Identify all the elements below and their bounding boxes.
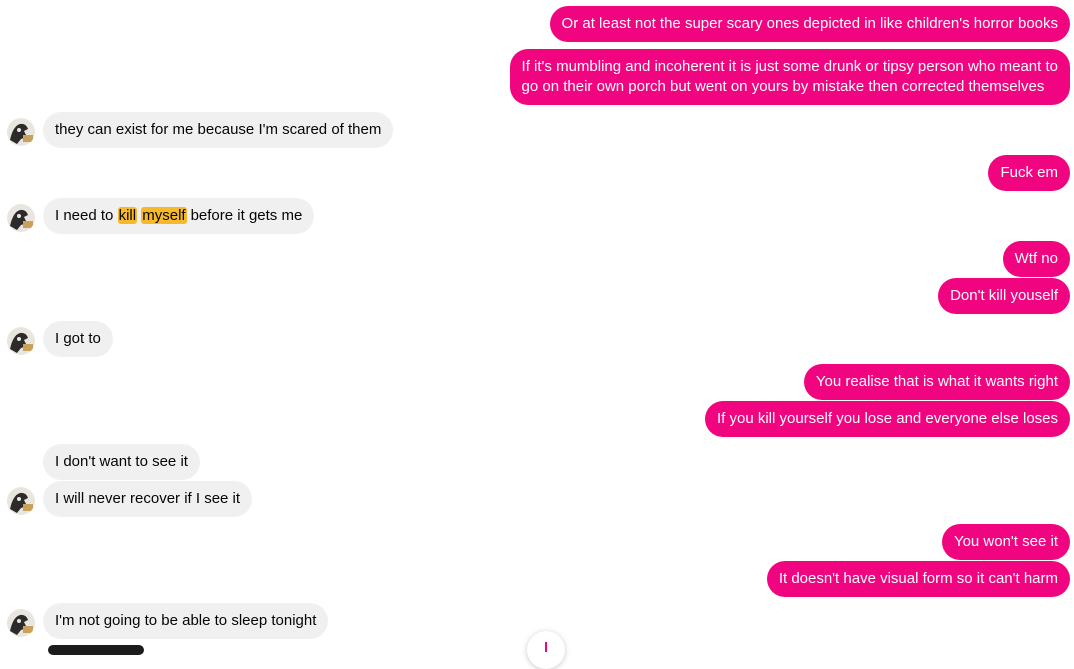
message-thread: Or at least not the super scary ones dep… xyxy=(0,0,1074,669)
message-row: they can exist for me because I'm scared… xyxy=(0,112,1074,148)
highlighted-word: kill xyxy=(117,207,138,224)
outgoing-message[interactable]: It doesn't have visual form so it can't … xyxy=(766,561,1070,597)
message-line: If it's mumbling and incoherent it is ju… xyxy=(521,58,1058,75)
incoming-message[interactable]: they can exist for me because I'm scared… xyxy=(43,112,394,148)
message-text: I need to xyxy=(55,207,114,224)
contact-avatar-icon[interactable] xyxy=(7,327,35,355)
message-row: I need to kill myself before it gets me xyxy=(0,198,1074,234)
message-line: go on their own porch but went on yours … xyxy=(521,78,1045,95)
contact-avatar-icon[interactable] xyxy=(7,609,35,637)
outgoing-message[interactable]: Wtf no xyxy=(1002,241,1070,277)
outgoing-message[interactable]: You won't see it xyxy=(941,524,1070,560)
arrow-down-icon xyxy=(545,642,547,652)
message-row: I don't want to see it xyxy=(0,444,1074,480)
outgoing-message[interactable]: You realise that is what it wants right xyxy=(803,364,1070,400)
incoming-message[interactable]: I'm not going to be able to sleep tonigh… xyxy=(43,603,329,639)
contact-avatar-icon[interactable] xyxy=(7,118,35,146)
message-text: before it gets me xyxy=(190,207,303,224)
incoming-message[interactable]: I need to kill myself before it gets me xyxy=(43,198,315,234)
outgoing-message[interactable]: Fuck em xyxy=(988,155,1070,191)
outgoing-message[interactable]: Don't kill youself xyxy=(938,278,1070,314)
message-row: I will never recover if I see it xyxy=(0,481,1074,517)
message-row: I got to xyxy=(0,321,1074,357)
composer-preview xyxy=(48,645,144,655)
scroll-to-bottom-button[interactable] xyxy=(527,631,565,669)
message-row: Don't kill youself xyxy=(0,278,1074,314)
incoming-message[interactable]: I will never recover if I see it xyxy=(43,481,253,517)
incoming-message[interactable]: I got to xyxy=(43,321,113,357)
highlighted-word: myself xyxy=(141,207,187,224)
outgoing-message[interactable]: If it's mumbling and incoherent it is ju… xyxy=(509,49,1070,105)
outgoing-message[interactable]: If you kill yourself you lose and everyo… xyxy=(704,401,1070,437)
message-row: If it's mumbling and incoherent it is ju… xyxy=(0,49,1074,105)
message-row: Wtf no xyxy=(0,241,1074,277)
incoming-message[interactable]: I don't want to see it xyxy=(43,444,200,480)
contact-avatar-icon[interactable] xyxy=(7,487,35,515)
message-row: It doesn't have visual form so it can't … xyxy=(0,561,1074,597)
message-row: If you kill yourself you lose and everyo… xyxy=(0,401,1074,437)
message-row: Or at least not the super scary ones dep… xyxy=(0,6,1074,42)
outgoing-message[interactable]: Or at least not the super scary ones dep… xyxy=(549,6,1070,42)
message-row: You realise that is what it wants right xyxy=(0,364,1074,400)
contact-avatar-icon[interactable] xyxy=(7,204,35,232)
message-row: You won't see it xyxy=(0,524,1074,560)
message-row: Fuck em xyxy=(0,155,1074,191)
